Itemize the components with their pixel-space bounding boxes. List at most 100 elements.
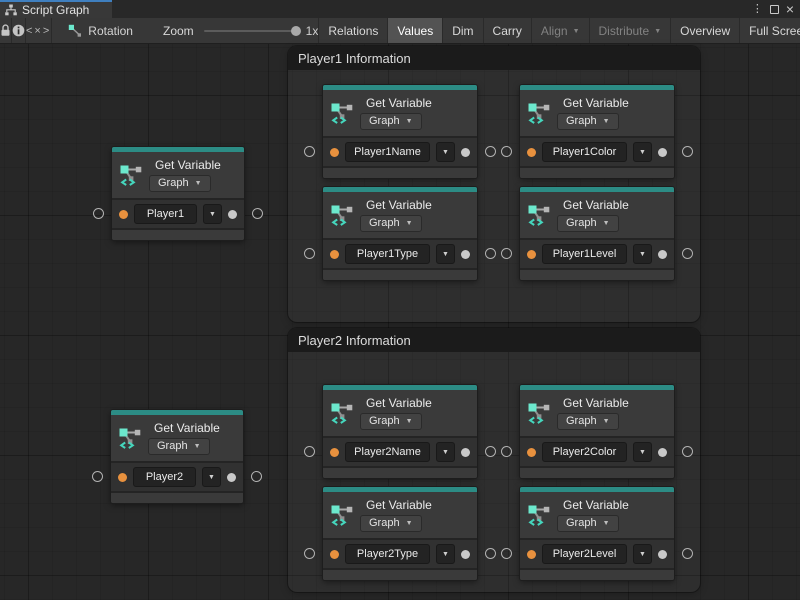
node-header[interactable]: Get VariableGraph▼	[323, 192, 477, 238]
group-header[interactable]: Player2 Information	[288, 328, 700, 352]
value-input-port[interactable]	[527, 448, 536, 457]
value-input-port[interactable]	[119, 210, 128, 219]
node-header[interactable]: Get VariableGraph▼	[323, 492, 477, 538]
variable-name-dropdown[interactable]: Player2Level	[542, 544, 627, 564]
external-output-port[interactable]	[682, 548, 693, 559]
value-output-port[interactable]	[228, 210, 237, 219]
get-variable-node[interactable]: Get VariableGraph▼ Player1 ▼	[112, 147, 244, 240]
variable-scope-dropdown[interactable]: Graph▼	[360, 113, 422, 130]
external-output-port[interactable]	[252, 208, 263, 219]
node-header[interactable]: Get VariableGraph▼	[111, 415, 243, 461]
value-output-port[interactable]	[658, 148, 667, 157]
external-output-port[interactable]	[682, 248, 693, 259]
variable-name-dropdown[interactable]: Player1Color	[542, 142, 627, 162]
value-input-port[interactable]	[527, 148, 536, 157]
value-input-port[interactable]	[330, 148, 339, 157]
variable-scope-dropdown[interactable]: Graph▼	[149, 175, 211, 192]
external-output-port[interactable]	[485, 548, 496, 559]
variable-name-dropdown[interactable]: Player1Name	[345, 142, 430, 162]
external-input-port[interactable]	[93, 208, 104, 219]
variable-scope-dropdown[interactable]: Graph▼	[360, 215, 422, 232]
variable-dropdown-arrow[interactable]: ▼	[633, 142, 652, 162]
variable-name-dropdown[interactable]: Player1Type	[345, 244, 430, 264]
value-input-port[interactable]	[330, 448, 339, 457]
external-input-port[interactable]	[501, 446, 512, 457]
variable-dropdown-arrow[interactable]: ▼	[633, 244, 652, 264]
node-header[interactable]: Get VariableGraph▼	[112, 152, 244, 198]
get-variable-node[interactable]: Get VariableGraph▼ Player1Level ▼	[520, 187, 674, 280]
get-variable-node[interactable]: Get VariableGraph▼ Player2 ▼	[111, 410, 243, 503]
toolbar-button-overview[interactable]: Overview	[670, 18, 739, 43]
code-view-toggle-button[interactable]: <×>	[26, 18, 52, 43]
value-input-port[interactable]	[330, 250, 339, 259]
value-output-port[interactable]	[658, 250, 667, 259]
variable-name-dropdown[interactable]: Player1	[134, 204, 197, 224]
external-input-port[interactable]	[92, 471, 103, 482]
value-output-port[interactable]	[461, 148, 470, 157]
variable-name-dropdown[interactable]: Player2Color	[542, 442, 627, 462]
value-output-port[interactable]	[461, 250, 470, 259]
graph-canvas[interactable]: Player1 Information Player2 Information G…	[0, 44, 800, 600]
variable-name-dropdown[interactable]: Player2	[133, 467, 196, 487]
maximize-icon[interactable]	[770, 5, 779, 14]
variable-scope-dropdown[interactable]: Graph▼	[557, 413, 619, 430]
variable-scope-dropdown[interactable]: Graph▼	[557, 113, 619, 130]
get-variable-node[interactable]: Get VariableGraph▼Player2Type▼	[323, 487, 477, 580]
toolbar-button-carry[interactable]: Carry	[483, 18, 531, 43]
external-output-port[interactable]	[485, 446, 496, 457]
lock-button[interactable]	[0, 18, 12, 43]
get-variable-node[interactable]: Get VariableGraph▼ Player1Color ▼	[520, 85, 674, 178]
external-output-port[interactable]	[251, 471, 262, 482]
more-menu-icon[interactable]: ⋮	[752, 4, 763, 15]
group-header[interactable]: Player1 Information	[288, 46, 700, 70]
value-output-port[interactable]	[658, 448, 667, 457]
toolbar-button-fullscreen[interactable]: Full Screen	[739, 18, 800, 43]
value-output-port[interactable]	[227, 473, 236, 482]
variable-name-dropdown[interactable]: Player2Type	[345, 544, 430, 564]
variable-dropdown-arrow[interactable]: ▼	[436, 142, 455, 162]
variable-dropdown-arrow[interactable]: ▼	[633, 442, 652, 462]
toolbar-button-dim[interactable]: Dim	[442, 18, 482, 43]
variable-scope-dropdown[interactable]: Graph▼	[557, 215, 619, 232]
variable-dropdown-arrow[interactable]: ▼	[436, 244, 455, 264]
zoom-slider-track[interactable]	[204, 30, 296, 32]
external-input-port[interactable]	[304, 146, 315, 157]
external-output-port[interactable]	[682, 446, 693, 457]
node-header[interactable]: Get VariableGraph▼	[520, 90, 674, 136]
variable-name-dropdown[interactable]: Player2Name	[345, 442, 430, 462]
external-output-port[interactable]	[682, 146, 693, 157]
value-input-port[interactable]	[527, 550, 536, 559]
get-variable-node[interactable]: Get VariableGraph▼ Player2Name ▼	[323, 385, 477, 478]
variable-name-dropdown[interactable]: Player1Level	[542, 244, 627, 264]
value-output-port[interactable]	[658, 550, 667, 559]
toolbar-button-relations[interactable]: Relations	[318, 18, 387, 43]
tab-script-graph[interactable]: Script Graph	[0, 0, 112, 18]
node-header[interactable]: Get VariableGraph▼	[520, 192, 674, 238]
external-input-port[interactable]	[501, 248, 512, 259]
node-header[interactable]: Get VariableGraph▼	[323, 390, 477, 436]
external-input-port[interactable]	[304, 446, 315, 457]
value-output-port[interactable]	[461, 448, 470, 457]
get-variable-node[interactable]: Get VariableGraph▼ Player2Color ▼	[520, 385, 674, 478]
value-output-port[interactable]	[461, 550, 470, 559]
external-output-port[interactable]	[485, 146, 496, 157]
toolbar-button-values[interactable]: Values	[387, 18, 442, 43]
get-variable-node[interactable]: Get VariableGraph▼ Player1Name ▼	[323, 85, 477, 178]
node-header[interactable]: Get VariableGraph▼	[520, 390, 674, 436]
external-output-port[interactable]	[485, 248, 496, 259]
info-button[interactable]	[12, 18, 26, 43]
variable-dropdown-arrow[interactable]: ▼	[633, 544, 652, 564]
variable-dropdown-arrow[interactable]: ▼	[202, 467, 221, 487]
get-variable-node[interactable]: Get VariableGraph▼ Player1Type ▼	[323, 187, 477, 280]
node-header[interactable]: Get VariableGraph▼	[323, 90, 477, 136]
external-input-port[interactable]	[501, 146, 512, 157]
get-variable-node[interactable]: Get VariableGraph▼Player2Level▼	[520, 487, 674, 580]
value-input-port[interactable]	[527, 250, 536, 259]
variable-scope-dropdown[interactable]: Graph▼	[148, 438, 210, 455]
value-input-port[interactable]	[330, 550, 339, 559]
variable-dropdown-arrow[interactable]: ▼	[203, 204, 222, 224]
variable-dropdown-arrow[interactable]: ▼	[436, 442, 455, 462]
close-icon[interactable]: ×	[786, 2, 794, 16]
variable-scope-dropdown[interactable]: Graph▼	[360, 515, 422, 532]
external-input-port[interactable]	[304, 248, 315, 259]
